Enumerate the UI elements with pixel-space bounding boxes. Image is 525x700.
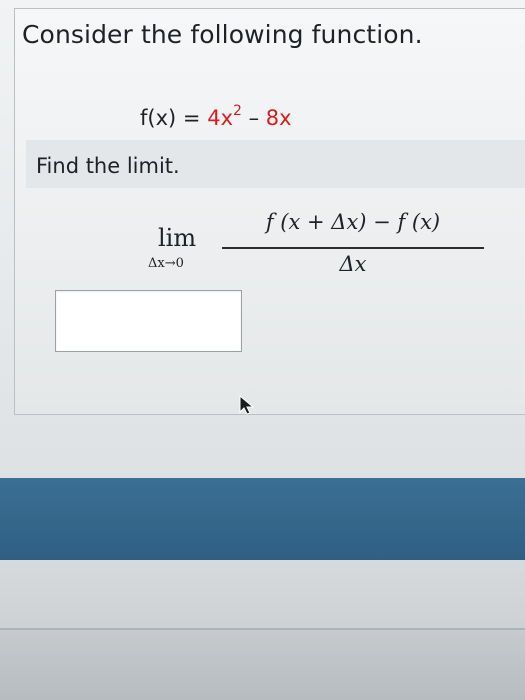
function-exponent: 2 [233,103,242,119]
mouse-cursor-icon [239,394,255,415]
footer-bar [0,478,525,560]
limit-numerator: f (x + Δx) − f (x) [265,210,441,234]
answer-input[interactable] [55,290,242,352]
limit-denominator: Δx [339,252,367,276]
function-equals: = [182,106,201,130]
instruction-text: Find the limit. [36,154,180,178]
limit-word: lim [158,224,197,252]
question-panel: Consider the following function. f(x) = … [0,0,525,480]
lower-area [0,560,525,632]
function-lhs: f(x) [140,106,177,130]
limit-subscript: Δx→0 [148,256,184,271]
function-definition: f(x) = 4x2 – 8x [140,103,292,130]
function-term-1: 4x [207,106,233,130]
fraction-bar [222,247,484,249]
function-minus: – [248,106,260,130]
bottom-area [0,630,525,700]
limit-expression: lim Δx→0 f (x + Δx) − f (x) Δx [146,210,486,282]
function-term-2: 8x [265,106,292,130]
question-title: Consider the following function. [22,20,423,49]
